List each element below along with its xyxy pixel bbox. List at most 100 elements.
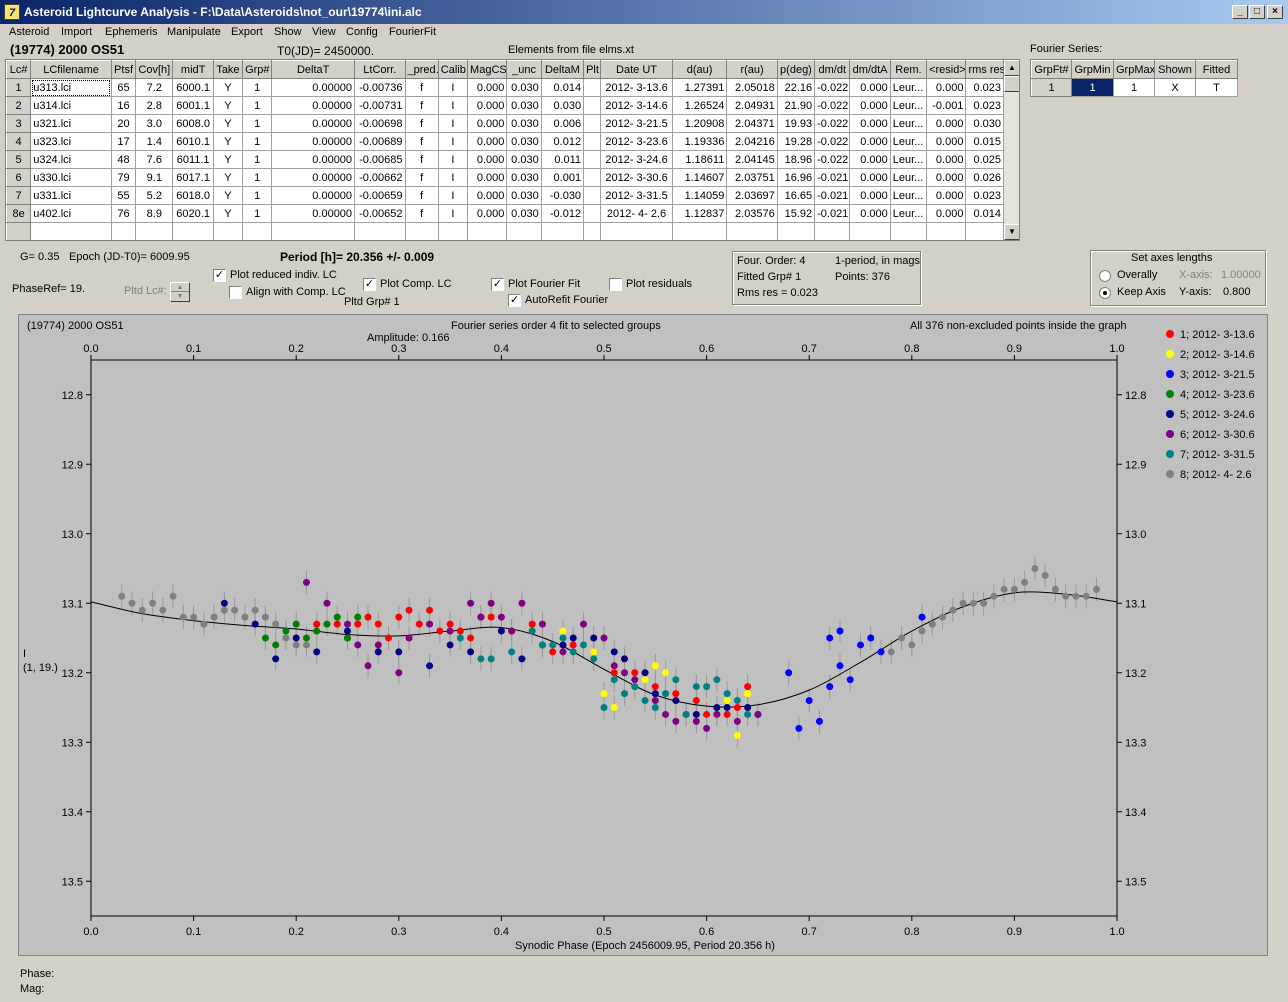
table-cell[interactable]: -0.022 (814, 96, 851, 115)
table-cell[interactable]: -0.00685 (354, 150, 406, 169)
table-cell[interactable]: 0.030 (506, 186, 542, 205)
table-cell[interactable]: u402.lci (30, 204, 112, 223)
table-cell[interactable]: u323.lci (30, 132, 112, 151)
table-cell[interactable]: u330.lci (30, 168, 112, 187)
table-cell[interactable]: 2.03697 (726, 186, 778, 205)
col-header[interactable]: Grp# (242, 60, 273, 79)
menu-asteroid[interactable]: Asteroid (9, 26, 49, 38)
menu-manipulate[interactable]: Manipulate (167, 26, 221, 38)
col-header[interactable]: r(au) (726, 60, 778, 79)
table-cell[interactable]: 19.28 (776, 132, 816, 151)
fs-cell-grpmin[interactable]: 1 (1071, 78, 1114, 97)
table-cell[interactable]: 16.96 (776, 168, 816, 187)
menu-export[interactable]: Export (231, 26, 263, 38)
table-cell[interactable]: 17 (110, 132, 137, 151)
table-cell[interactable] (926, 222, 967, 240)
table-cell[interactable]: 1.12837 (671, 204, 728, 223)
table-cell[interactable]: -0.030 (540, 186, 585, 205)
table-cell[interactable] (6, 222, 32, 240)
table-cell[interactable] (242, 222, 273, 240)
table-cell[interactable]: 2012- 3-24.6 (600, 150, 673, 169)
table-cell[interactable] (540, 222, 585, 240)
table-cell[interactable]: I (437, 96, 469, 115)
menu-config[interactable]: Config (346, 26, 378, 38)
col-header[interactable]: Plt (583, 60, 602, 79)
plot-comp-checkbox[interactable]: ✓ (363, 278, 376, 291)
table-cell[interactable]: 19.93 (776, 114, 816, 133)
table-cell[interactable] (583, 222, 602, 240)
table-cell[interactable]: Leur... (889, 96, 928, 115)
lightcurve-plot[interactable]: (19774) 2000 OS51 Fourier series order 4… (19, 315, 1267, 955)
table-cell[interactable]: -0.022 (814, 78, 851, 97)
table-cell[interactable]: 0.030 (506, 204, 542, 223)
menu-ephemeris[interactable]: Ephemeris (105, 26, 158, 38)
table-cell[interactable]: -0.00736 (354, 78, 406, 97)
col-header[interactable]: _unc (506, 60, 542, 79)
table-cell[interactable]: I (437, 168, 469, 187)
table-cell[interactable] (889, 222, 928, 240)
table-cell[interactable]: f (404, 96, 439, 115)
table-cell[interactable]: 0.00000 (271, 150, 356, 169)
table-cell[interactable]: f (404, 78, 439, 97)
table-cell[interactable] (437, 222, 469, 240)
table-cell[interactable]: I (437, 186, 469, 205)
table-cell[interactable]: 0.000 (467, 168, 508, 187)
table-cell[interactable] (212, 222, 244, 240)
table-cell[interactable]: I (437, 204, 469, 223)
col-header[interactable]: dm/dt (814, 60, 851, 79)
table-cell[interactable]: 21.90 (776, 96, 816, 115)
table-cell[interactable]: u313.lci (30, 78, 112, 97)
table-cell[interactable]: 0.000 (926, 186, 967, 205)
table-cell[interactable]: -0.00689 (354, 132, 406, 151)
col-header[interactable]: rms res (965, 60, 1004, 79)
table-cell[interactable]: 0.000 (926, 132, 967, 151)
fs-cell-grpmax[interactable]: 1 (1113, 78, 1155, 97)
table-cell[interactable]: 0.000 (849, 96, 891, 115)
col-header[interactable]: Cov[h] (135, 60, 174, 79)
table-cell[interactable] (776, 222, 816, 240)
table-cell[interactable]: I (437, 78, 469, 97)
table-row-empty[interactable] (6, 222, 1004, 240)
col-header[interactable]: midT (172, 60, 214, 79)
table-cell[interactable]: 0.000 (849, 132, 891, 151)
table-cell[interactable]: Leur... (889, 78, 928, 97)
lightcurve-table[interactable]: Lc# LCfilename Ptsf Cov[h] midT Take Grp# Delta… (5, 59, 1020, 241)
table-cell[interactable]: 0.000 (467, 114, 508, 133)
table-row[interactable]: 1 u313.lci 65 7.2 6000.1 Y 1 0.00000 -0.00736 f I 0… (6, 78, 1004, 97)
align-comp-checkbox[interactable] (229, 286, 242, 299)
table-cell[interactable]: 0.023 (965, 96, 1004, 115)
fourier-series-table[interactable]: GrpFt# GrpMin GrpMax Shown Fitted 1 1 1 … (1030, 59, 1238, 97)
table-cell[interactable]: 0.011 (540, 150, 585, 169)
col-header[interactable]: Rem. (889, 60, 928, 79)
table-cell[interactable]: Leur... (889, 132, 928, 151)
table-cell[interactable]: 5.2 (135, 186, 174, 205)
fs-cell-shown[interactable]: X (1154, 78, 1196, 97)
table-cell[interactable]: 1 (242, 114, 273, 133)
yaxis-value[interactable]: 0.800 (1223, 286, 1251, 298)
table-cell[interactable]: 0.014 (965, 204, 1004, 223)
table-cell[interactable]: Y (212, 186, 244, 205)
table-cell[interactable]: 6008.0 (172, 114, 214, 133)
table-row[interactable]: 5 u324.lci 48 7.6 6011.1 Y 1 0.00000 -0.00685 f I 0… (6, 150, 1004, 169)
table-cell[interactable] (467, 222, 508, 240)
table-cell[interactable] (671, 222, 728, 240)
table-cell[interactable]: 2.03751 (726, 168, 778, 187)
table-cell[interactable]: -0.022 (814, 150, 851, 169)
table-row[interactable]: 6 u330.lci 79 9.1 6017.1 Y 1 0.00000 -0.00662 f I 0… (6, 168, 1004, 187)
table-cell[interactable]: f (404, 204, 439, 223)
table-cell[interactable] (110, 222, 137, 240)
table-cell[interactable]: 1.27391 (671, 78, 728, 97)
table-cell[interactable]: 3.0 (135, 114, 174, 133)
table-cell[interactable]: 79 (110, 168, 137, 187)
table-cell[interactable] (354, 222, 406, 240)
table-cell[interactable]: 0.000 (467, 132, 508, 151)
table-cell[interactable]: 2012- 3-13.6 (600, 78, 673, 97)
menu-view[interactable]: View (312, 26, 336, 38)
table-cell[interactable]: 0.014 (540, 78, 585, 97)
table-cell[interactable]: 2.04145 (726, 150, 778, 169)
menu-import[interactable]: Import (61, 26, 92, 38)
scroll-thumb[interactable] (1004, 76, 1019, 92)
table-cell[interactable]: u324.lci (30, 150, 112, 169)
table-cell[interactable]: 0.030 (506, 96, 542, 115)
table-cell[interactable]: 0.00000 (271, 78, 356, 97)
